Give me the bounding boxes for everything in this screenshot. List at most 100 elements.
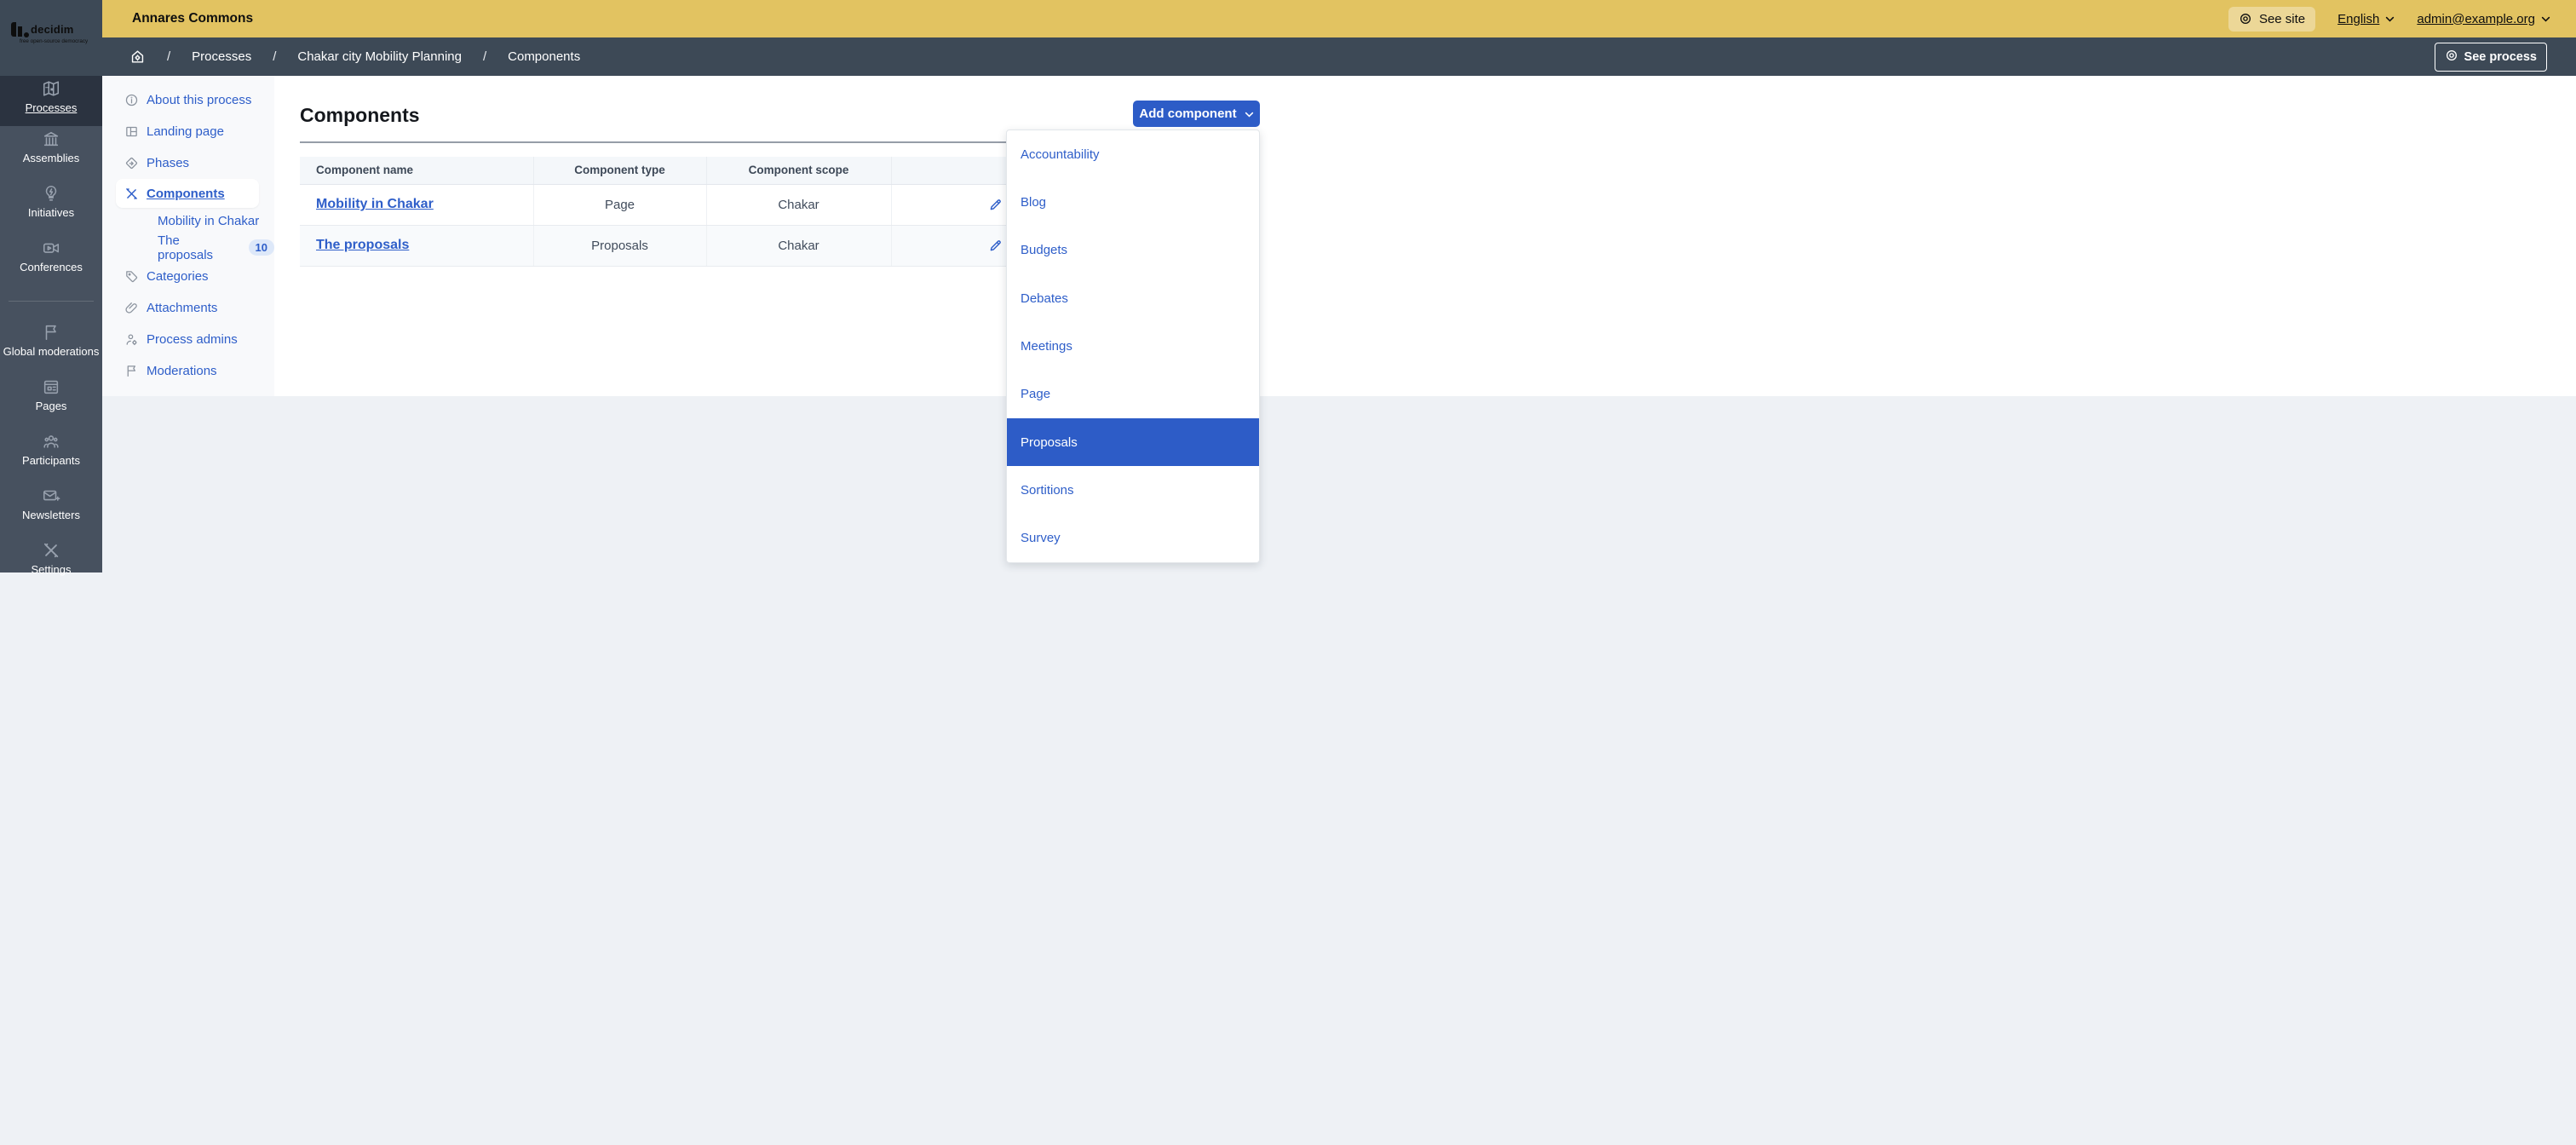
- sidebar-item-label: Initiatives: [28, 206, 74, 219]
- map-icon: [42, 79, 60, 98]
- sidebar-item-assemblies[interactable]: Assemblies: [0, 126, 102, 181]
- see-process-label: See process: [2464, 50, 2537, 64]
- menu-item-moderations[interactable]: Moderations: [102, 355, 274, 387]
- people-icon: [42, 432, 60, 451]
- lightbulb-icon: [42, 184, 60, 203]
- breadcrumb-separator: /: [167, 49, 170, 64]
- menu-item-landing-page[interactable]: Landing page: [102, 116, 274, 147]
- dropdown-option-debates[interactable]: Debates: [1007, 274, 1259, 322]
- add-component-button[interactable]: Add component: [1133, 101, 1260, 127]
- video-camera-icon: [42, 239, 60, 257]
- flag-icon: [42, 323, 60, 342]
- bank-icon: [42, 129, 60, 148]
- layout-grid-icon: [124, 124, 139, 139]
- component-scope-cell: Chakar: [706, 225, 891, 266]
- menu-item-label: Categories: [147, 269, 209, 284]
- breadcrumb-item-processes[interactable]: Processes: [192, 49, 251, 64]
- sidebar-item-global-moderations[interactable]: Global moderations: [0, 319, 102, 374]
- dropdown-option-survey[interactable]: Survey: [1007, 515, 1259, 562]
- sidebar-item-processes[interactable]: Processes: [0, 76, 102, 126]
- menu-item-components[interactable]: Components: [116, 179, 259, 208]
- sidebar-divider: [9, 301, 94, 302]
- menu-item-categories[interactable]: Categories: [102, 261, 274, 292]
- see-process-button[interactable]: See process: [2435, 43, 2547, 72]
- see-site-button[interactable]: See site: [2228, 7, 2315, 32]
- sidebar-item-conferences[interactable]: Conferences: [0, 235, 102, 290]
- logo-block: decidim free open-source democracy: [0, 0, 102, 76]
- paperclip-icon: [124, 301, 139, 315]
- dropdown-option-page[interactable]: Page: [1007, 371, 1259, 418]
- organization-title: Annares Commons: [132, 11, 253, 26]
- menu-item-label: Process admins: [147, 332, 238, 347]
- eye-icon: [2445, 49, 2458, 66]
- menu-item-label: Moderations: [147, 364, 217, 378]
- dropdown-option-accountability[interactable]: Accountability: [1007, 130, 1259, 178]
- add-component-label: Add component: [1139, 106, 1236, 121]
- dropdown-option-meetings[interactable]: Meetings: [1007, 322, 1259, 370]
- sidebar-item-label: Global moderations: [3, 345, 100, 358]
- page-title: Components: [300, 104, 420, 127]
- breadcrumb-item-components[interactable]: Components: [508, 49, 580, 64]
- menu-item-process-admins[interactable]: Process admins: [102, 324, 274, 355]
- home-icon[interactable]: [129, 49, 146, 65]
- primary-nav: Processes Assemblies Initiatives Confere…: [0, 76, 102, 592]
- add-component-dropdown: Accountability Blog Budgets Debates Meet…: [1006, 129, 1260, 563]
- sidebar-item-label: Participants: [22, 454, 80, 467]
- language-dropdown[interactable]: English: [2337, 12, 2395, 26]
- see-site-label: See site: [2259, 12, 2305, 26]
- user-gear-icon: [124, 332, 139, 347]
- dropdown-option-budgets[interactable]: Budgets: [1007, 227, 1259, 274]
- menu-item-about-this-process[interactable]: About this process: [102, 84, 274, 116]
- main-content: Components Component name Component type…: [274, 76, 2576, 396]
- topbar-actions: See site English admin@example.org: [2228, 7, 2550, 32]
- sidebar-item-pages[interactable]: Pages: [0, 374, 102, 429]
- dropdown-option-blog[interactable]: Blog: [1007, 178, 1259, 226]
- sidebar-item-label: Settings: [32, 563, 72, 576]
- admin-topbar: Annares Commons See site English admin@e…: [102, 0, 2576, 37]
- sidebar-item-participants[interactable]: Participants: [0, 429, 102, 483]
- flag-icon: [124, 364, 139, 378]
- edit-pencil-icon[interactable]: [988, 238, 1003, 253]
- language-label: English: [2337, 12, 2379, 26]
- component-type-cell: Proposals: [533, 225, 706, 266]
- route-diamond-icon: [124, 156, 139, 170]
- logo-brand: decidim: [31, 23, 74, 36]
- envelope-plus-icon: [42, 486, 60, 505]
- component-type-cell: Page: [533, 184, 706, 225]
- sidebar-item-initiatives[interactable]: Initiatives: [0, 181, 102, 235]
- column-header-component-name: Component name: [300, 157, 533, 184]
- chevron-down-icon: [1245, 106, 1254, 121]
- proposals-count-badge: 10: [249, 239, 274, 256]
- primary-sidebar: Processes Assemblies Initiatives Confere…: [0, 0, 102, 572]
- eye-icon: [2239, 12, 2252, 26]
- logo-tagline: free open-source democracy: [20, 38, 113, 44]
- component-link-the-proposals[interactable]: The proposals: [316, 238, 409, 252]
- sidebar-item-label: Pages: [36, 400, 67, 412]
- menu-item-the-proposals[interactable]: The proposals 10: [102, 234, 274, 261]
- menu-item-phases[interactable]: Phases: [102, 147, 274, 179]
- menu-item-attachments[interactable]: Attachments: [102, 292, 274, 324]
- column-header-component-type: Component type: [533, 157, 706, 184]
- component-link-mobility-in-chakar[interactable]: Mobility in Chakar: [316, 197, 434, 211]
- edit-pencil-icon[interactable]: [988, 197, 1003, 212]
- dropdown-option-sortitions[interactable]: Sortitions: [1007, 466, 1259, 514]
- tag-icon: [124, 269, 139, 284]
- menu-item-label: Landing page: [147, 124, 224, 139]
- tools-icon: [124, 187, 139, 201]
- newspaper-icon: [42, 377, 60, 396]
- breadcrumb-item-process[interactable]: Chakar city Mobility Planning: [297, 49, 462, 64]
- menu-item-mobility-in-chakar[interactable]: Mobility in Chakar: [102, 208, 274, 234]
- sidebar-item-newsletters[interactable]: Newsletters: [0, 483, 102, 538]
- breadcrumb-separator: /: [273, 49, 276, 64]
- account-label: admin@example.org: [2417, 12, 2535, 26]
- info-icon: [124, 93, 139, 107]
- dropdown-option-proposals[interactable]: Proposals: [1007, 418, 1259, 466]
- process-menu: About this process Landing page Phases C…: [102, 76, 274, 396]
- tools-icon: [42, 541, 60, 560]
- sidebar-item-label: Processes: [26, 101, 78, 114]
- menu-item-label: Attachments: [147, 301, 217, 315]
- sidebar-item-settings[interactable]: Settings: [0, 538, 102, 592]
- menu-item-label: About this process: [147, 93, 251, 107]
- account-dropdown[interactable]: admin@example.org: [2417, 12, 2550, 26]
- menu-item-label: Phases: [147, 156, 189, 170]
